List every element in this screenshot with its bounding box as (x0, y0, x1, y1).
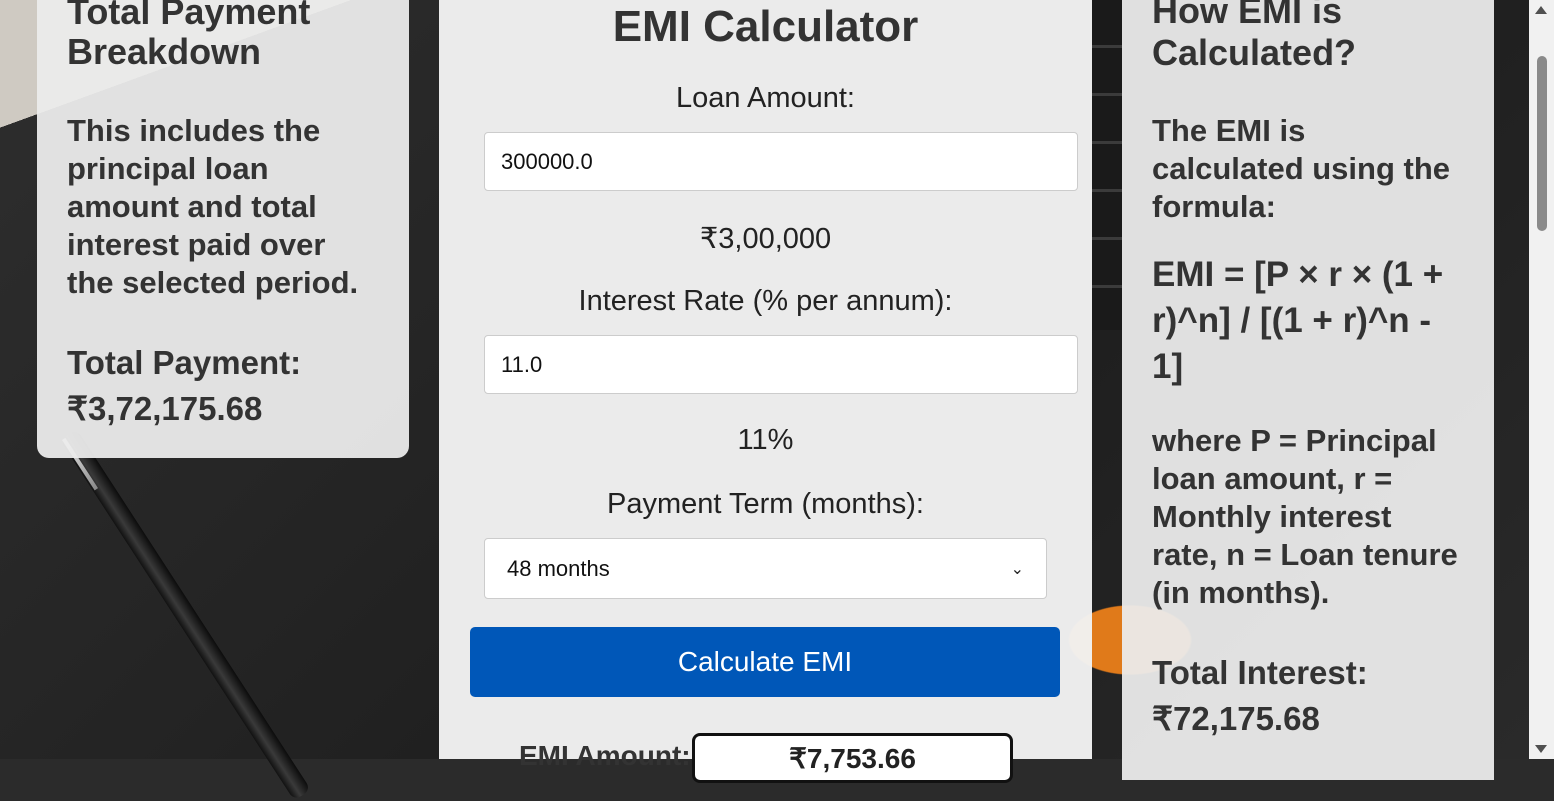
scroll-up-arrow-icon[interactable] (1535, 6, 1547, 14)
total-interest-label: Total Interest: (1152, 654, 1368, 691)
how-emi-description: The EMI is calculated using the formula: (1152, 113, 1451, 224)
calculator-keys-decoration (1092, 0, 1122, 330)
loan-amount-label: Loan Amount: (676, 82, 855, 114)
total-payment-description: This includes the principal loan amount … (67, 113, 359, 300)
interest-rate-label: Interest Rate (% per annum): (578, 285, 953, 317)
emi-amount-value: ₹7,753.66 (692, 733, 1013, 783)
payment-term-label: Payment Term (months): (607, 488, 924, 520)
how-emi-calculated-card: How EMI is Calculated? The EMI is calcul… (1122, 0, 1494, 780)
page-scrollbar[interactable] (1529, 0, 1554, 759)
page-title: EMI Calculator (612, 2, 919, 51)
total-interest-summary: Total Interest: ₹72,175.68 (1152, 650, 1464, 742)
total-interest-value: ₹72,175.68 (1152, 700, 1320, 737)
loan-amount-input[interactable] (484, 132, 1078, 191)
chevron-down-icon: ⌄ (1010, 560, 1024, 578)
emi-formula: EMI = [P × r × (1 + r)^n] / [(1 + r)^n -… (1152, 255, 1444, 386)
scrollbar-thumb[interactable] (1537, 56, 1547, 231)
interest-rate-display: 11% (737, 424, 794, 456)
total-payment-card: Total Payment Breakdown This includes th… (37, 0, 409, 458)
calculate-emi-button[interactable]: Calculate EMI (470, 627, 1060, 697)
total-payment-value: ₹3,72,175.68 (67, 390, 263, 427)
emi-calculator-panel: EMI Calculator Loan Amount: ₹3,00,000 In… (439, 0, 1092, 783)
interest-rate-input[interactable] (484, 335, 1078, 394)
payment-term-selected: 48 months (507, 555, 610, 581)
how-emi-heading: How EMI is Calculated? (1152, 0, 1357, 73)
formula-variables-description: where P = Principal loan amount, r = Mon… (1152, 423, 1458, 610)
total-payment-summary: Total Payment: ₹3,72,175.68 (67, 340, 379, 432)
loan-amount-display: ₹3,00,000 (699, 223, 832, 255)
total-payment-heading: Total Payment Breakdown (67, 0, 311, 72)
total-payment-label: Total Payment: (67, 344, 302, 381)
emi-amount-label: EMI Amount: (519, 740, 691, 771)
payment-term-select[interactable]: 48 months ⌄ (484, 538, 1047, 599)
scroll-down-arrow-icon[interactable] (1535, 745, 1547, 753)
